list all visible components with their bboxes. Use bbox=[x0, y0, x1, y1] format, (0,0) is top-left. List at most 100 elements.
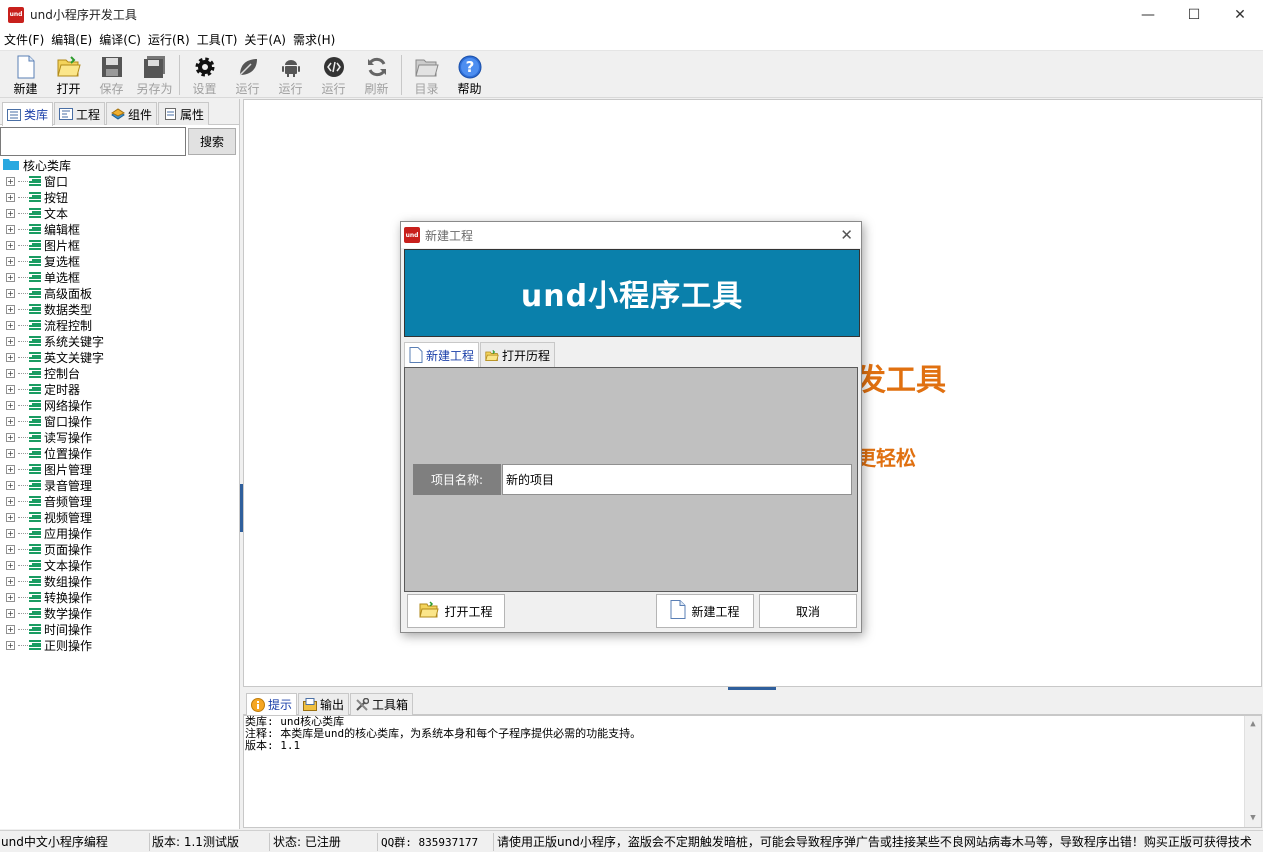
expand-icon[interactable]: + bbox=[6, 256, 15, 266]
tab-output[interactable]: 输出 bbox=[298, 693, 350, 715]
project-name-input[interactable]: 新的项目 bbox=[502, 464, 852, 495]
tree-item[interactable]: + 正则操作 bbox=[0, 637, 239, 653]
tree-item[interactable]: + 数学操作 bbox=[0, 605, 239, 621]
tree-item[interactable]: + 音频管理 bbox=[0, 493, 239, 509]
expand-icon[interactable]: + bbox=[6, 624, 15, 634]
tree-item[interactable]: + 网络操作 bbox=[0, 397, 239, 413]
scroll-up-icon[interactable]: ▲ bbox=[1245, 716, 1261, 733]
menu-edit[interactable]: 编辑(E) bbox=[49, 31, 97, 48]
expand-icon[interactable]: + bbox=[6, 288, 15, 298]
cancel-button[interactable]: 取消 bbox=[759, 594, 857, 628]
expand-icon[interactable]: + bbox=[6, 480, 15, 490]
tree-item[interactable]: + 数据类型 bbox=[0, 301, 239, 317]
expand-icon[interactable]: + bbox=[6, 384, 15, 394]
save-as-button[interactable]: 另存为 bbox=[133, 51, 176, 97]
tree-item[interactable]: + 时间操作 bbox=[0, 621, 239, 637]
expand-icon[interactable]: + bbox=[6, 416, 15, 426]
open-project-button[interactable]: 打开工程 bbox=[407, 594, 505, 628]
tab-open-history[interactable]: 打开历程 bbox=[480, 342, 556, 367]
tree-item[interactable]: + 控制台 bbox=[0, 365, 239, 381]
scroll-track[interactable] bbox=[1245, 733, 1261, 810]
tree-item[interactable]: + 流程控制 bbox=[0, 317, 239, 333]
expand-icon[interactable]: + bbox=[6, 352, 15, 362]
tree-item[interactable]: + 单选框 bbox=[0, 269, 239, 285]
tab-components[interactable]: 组件 bbox=[106, 102, 158, 125]
expand-icon[interactable]: + bbox=[6, 608, 15, 618]
tree-item[interactable]: + 转换操作 bbox=[0, 589, 239, 605]
expand-icon[interactable]: + bbox=[6, 496, 15, 506]
help-button[interactable]: ? 帮助 bbox=[448, 51, 491, 97]
tree-item[interactable]: + 应用操作 bbox=[0, 525, 239, 541]
expand-icon[interactable]: + bbox=[6, 320, 15, 330]
horizontal-splitter[interactable] bbox=[728, 687, 776, 690]
tab-new-project[interactable]: 新建工程 bbox=[404, 342, 480, 367]
tree-item[interactable]: + 系统关键字 bbox=[0, 333, 239, 349]
expand-icon[interactable]: + bbox=[6, 592, 15, 602]
dialog-close-icon[interactable]: ✕ bbox=[840, 226, 853, 244]
expand-icon[interactable]: + bbox=[6, 544, 15, 554]
expand-icon[interactable]: + bbox=[6, 208, 15, 218]
tree-item[interactable]: + 读写操作 bbox=[0, 429, 239, 445]
expand-icon[interactable]: + bbox=[6, 512, 15, 522]
expand-icon[interactable]: + bbox=[6, 464, 15, 474]
expand-icon[interactable]: + bbox=[6, 576, 15, 586]
expand-icon[interactable]: + bbox=[6, 304, 15, 314]
search-button[interactable]: 搜索 bbox=[188, 128, 236, 155]
tab-class-library[interactable]: 类库 bbox=[2, 102, 54, 126]
close-button[interactable]: ✕ bbox=[1217, 0, 1263, 29]
tree-item[interactable]: + 复选框 bbox=[0, 253, 239, 269]
tree-item[interactable]: + 窗口操作 bbox=[0, 413, 239, 429]
settings-button[interactable]: 设置 bbox=[183, 51, 226, 97]
tab-properties[interactable]: 属性 bbox=[158, 102, 210, 125]
tab-hints[interactable]: 提示 bbox=[246, 693, 298, 715]
run-button-2[interactable]: 运行 bbox=[269, 51, 312, 97]
expand-icon[interactable]: + bbox=[6, 448, 15, 458]
refresh-button[interactable]: 刷新 bbox=[355, 51, 398, 97]
menu-run[interactable]: 运行(R) bbox=[146, 31, 195, 48]
expand-icon[interactable]: + bbox=[6, 176, 15, 186]
run-button-1[interactable]: 运行 bbox=[226, 51, 269, 97]
tree-item[interactable]: + 高级面板 bbox=[0, 285, 239, 301]
tree-item[interactable]: + 数组操作 bbox=[0, 573, 239, 589]
menu-about[interactable]: 关于(A) bbox=[242, 31, 291, 48]
expand-icon[interactable]: + bbox=[6, 640, 15, 650]
menu-tools[interactable]: 工具(T) bbox=[195, 31, 243, 48]
menu-file[interactable]: 文件(F) bbox=[2, 31, 49, 48]
tree-item[interactable]: + 图片框 bbox=[0, 237, 239, 253]
tree-item[interactable]: + 英文关键字 bbox=[0, 349, 239, 365]
tree-item[interactable]: + 文本操作 bbox=[0, 557, 239, 573]
expand-icon[interactable]: + bbox=[6, 192, 15, 202]
tree-item[interactable]: + 视频管理 bbox=[0, 509, 239, 525]
expand-icon[interactable]: + bbox=[6, 224, 15, 234]
minimize-button[interactable]: — bbox=[1125, 0, 1171, 29]
create-project-button[interactable]: 新建工程 bbox=[656, 594, 754, 628]
tree-item[interactable]: + 位置操作 bbox=[0, 445, 239, 461]
expand-icon[interactable]: + bbox=[6, 368, 15, 378]
scroll-down-icon[interactable]: ▼ bbox=[1245, 810, 1261, 827]
menu-compile[interactable]: 编译(C) bbox=[97, 31, 146, 48]
menu-requirements[interactable]: 需求(H) bbox=[291, 31, 340, 48]
expand-icon[interactable]: + bbox=[6, 336, 15, 346]
tree-item[interactable]: + 文本 bbox=[0, 205, 239, 221]
catalog-button[interactable]: 目录 bbox=[405, 51, 448, 97]
tree-item[interactable]: + 定时器 bbox=[0, 381, 239, 397]
expand-icon[interactable]: + bbox=[6, 528, 15, 538]
tab-toolbox[interactable]: 工具箱 bbox=[350, 693, 414, 715]
expand-icon[interactable]: + bbox=[6, 272, 15, 282]
tree-root[interactable]: 核心类库 bbox=[0, 157, 239, 173]
tree-item[interactable]: + 编辑框 bbox=[0, 221, 239, 237]
expand-icon[interactable]: + bbox=[6, 400, 15, 410]
tree-item[interactable]: + 页面操作 bbox=[0, 541, 239, 557]
run-button-3[interactable]: 运行 bbox=[312, 51, 355, 97]
tab-project[interactable]: 工程 bbox=[54, 102, 106, 125]
open-button[interactable]: 打开 bbox=[47, 51, 90, 97]
maximize-button[interactable]: ☐ bbox=[1171, 0, 1217, 29]
search-input[interactable] bbox=[0, 127, 186, 156]
save-button[interactable]: 保存 bbox=[90, 51, 133, 97]
new-button[interactable]: 新建 bbox=[4, 51, 47, 97]
expand-icon[interactable]: + bbox=[6, 240, 15, 250]
tree-item[interactable]: + 按钮 bbox=[0, 189, 239, 205]
vertical-scrollbar[interactable]: ▲ ▼ bbox=[1244, 716, 1261, 827]
hint-output-text[interactable]: 类库: und核心类库 注释: 本类库是und的核心类库，为系统本身和每个子程序… bbox=[243, 715, 1262, 828]
tree-item[interactable]: + 录音管理 bbox=[0, 477, 239, 493]
